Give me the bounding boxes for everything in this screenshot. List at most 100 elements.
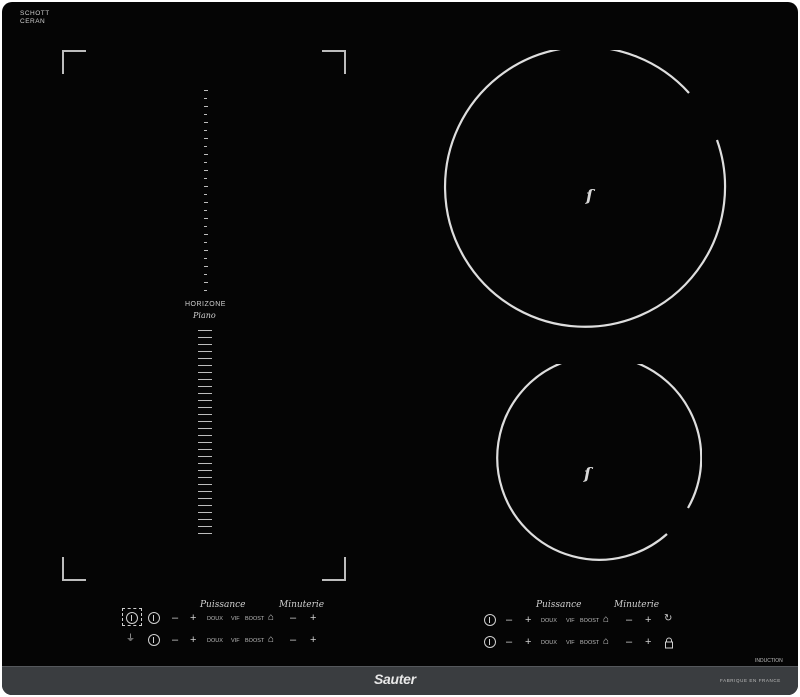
slider-tick [198, 442, 212, 443]
slider-tick [204, 122, 208, 123]
doux-label: DOUX [207, 616, 223, 622]
slider-tick [198, 372, 212, 373]
induction-label: INDUCTION [755, 658, 783, 664]
slider-tick [198, 400, 212, 401]
slider-tick [204, 290, 207, 291]
slider-tick [198, 512, 212, 513]
slider-tick [198, 330, 212, 331]
timer-minus-button[interactable]: – [290, 612, 296, 624]
pot-icon[interactable]: ⌂ [603, 615, 609, 625]
flame-icon: ſ [586, 186, 593, 205]
power-icon[interactable] [148, 634, 160, 646]
slider-tick [204, 186, 208, 187]
slider-tick [204, 98, 207, 99]
slider-tick [204, 234, 208, 235]
slider-tick [204, 130, 207, 131]
power-minus-button[interactable]: – [506, 636, 512, 648]
vif-label: VIF [566, 640, 575, 646]
slider-tick [198, 484, 212, 485]
pause-icon[interactable]: ↻ [664, 614, 672, 624]
schott-ceran-logo: SCHOTT CERAN [20, 10, 50, 25]
keep-warm-icon[interactable]: ⏚ [126, 634, 135, 643]
slider-tick [198, 428, 212, 429]
boost-label: BOOST [580, 618, 600, 624]
timer-minus-button[interactable]: – [290, 634, 296, 646]
vif-label: VIF [566, 618, 575, 624]
zone-corner-top-left [62, 50, 86, 74]
boost-label: BOOST [580, 640, 600, 646]
slider-tick [198, 491, 212, 492]
power-plus-button[interactable]: + [190, 612, 196, 624]
pot-icon[interactable]: ⌂ [268, 635, 274, 645]
power-icon[interactable] [484, 614, 496, 626]
pot-icon[interactable]: ⌂ [603, 637, 609, 647]
flame-icon: ſ [584, 464, 591, 483]
slider-tick [198, 456, 212, 457]
zone-corner-bottom-left [62, 557, 86, 581]
boost-label: BOOST [245, 638, 265, 644]
slider-tick [204, 282, 208, 283]
sauter-logo: Sauter [374, 671, 416, 687]
slider-tick [198, 365, 212, 366]
puissance-label: Puissance [536, 600, 582, 610]
slider-tick [204, 154, 208, 155]
power-icon[interactable] [484, 636, 496, 648]
boost-label: BOOST [245, 616, 265, 622]
timer-plus-button[interactable]: + [310, 612, 316, 624]
slider-tick [204, 106, 208, 107]
pot-icon[interactable]: ⌂ [268, 613, 274, 623]
slider-tick [198, 414, 212, 415]
slider-tick [198, 379, 212, 380]
zone-corner-top-right [322, 50, 346, 74]
slider-tick [204, 146, 207, 147]
slider-tick [204, 194, 207, 195]
power-plus-button[interactable]: + [190, 634, 196, 646]
slider-tick [198, 463, 212, 464]
power-minus-button[interactable]: – [172, 612, 178, 624]
slider-tick [198, 470, 212, 471]
timer-minus-button[interactable]: – [626, 614, 632, 626]
vif-label: VIF [231, 638, 240, 644]
slider-tick [204, 266, 208, 267]
power-icon[interactable] [148, 612, 160, 624]
slider-tick [198, 477, 212, 478]
slider-tick [204, 274, 207, 275]
puissance-label: Puissance [200, 600, 246, 610]
slider-tick [204, 218, 208, 219]
piano-label: Piano [193, 311, 216, 320]
timer-plus-button[interactable]: + [310, 634, 316, 646]
slider-tick [204, 202, 208, 203]
slider-tick [198, 358, 212, 359]
slider-tick [198, 449, 212, 450]
power-plus-button[interactable]: + [525, 614, 531, 626]
slider-tick [198, 393, 212, 394]
slider-tick [198, 498, 212, 499]
fabrique-en-france-label: FABRIQUE EN FRANCE [720, 678, 781, 683]
power-minus-button[interactable]: – [172, 634, 178, 646]
slider-tick [198, 386, 212, 387]
power-minus-button[interactable]: – [506, 614, 512, 626]
horizone-label: HORIZONE [185, 301, 226, 308]
slider-tick [204, 162, 207, 163]
slider-tick [198, 351, 212, 352]
slider-tick [198, 435, 212, 436]
slider-tick [198, 533, 212, 534]
slider-tick [204, 90, 208, 91]
minuterie-label: Minuterie [279, 600, 325, 610]
power-icon[interactable] [126, 612, 138, 624]
timer-minus-button[interactable]: – [626, 636, 632, 648]
lock-icon[interactable] [664, 636, 674, 654]
slider-tick [198, 526, 212, 527]
slider-tick [198, 421, 212, 422]
slider-tick [204, 138, 208, 139]
cooktop-glass: SCHOTT CERAN HORIZONE Piano ſ ſ Puissanc… [2, 2, 798, 695]
timer-plus-button[interactable]: + [645, 636, 651, 648]
power-plus-button[interactable]: + [525, 636, 531, 648]
slider-tick [204, 258, 207, 259]
timer-plus-button[interactable]: + [645, 614, 651, 626]
slider-tick [204, 226, 207, 227]
piano-zone-slider[interactable] [198, 90, 216, 550]
small-burner [496, 364, 702, 561]
doux-label: DOUX [541, 618, 557, 624]
slider-tick [204, 178, 207, 179]
